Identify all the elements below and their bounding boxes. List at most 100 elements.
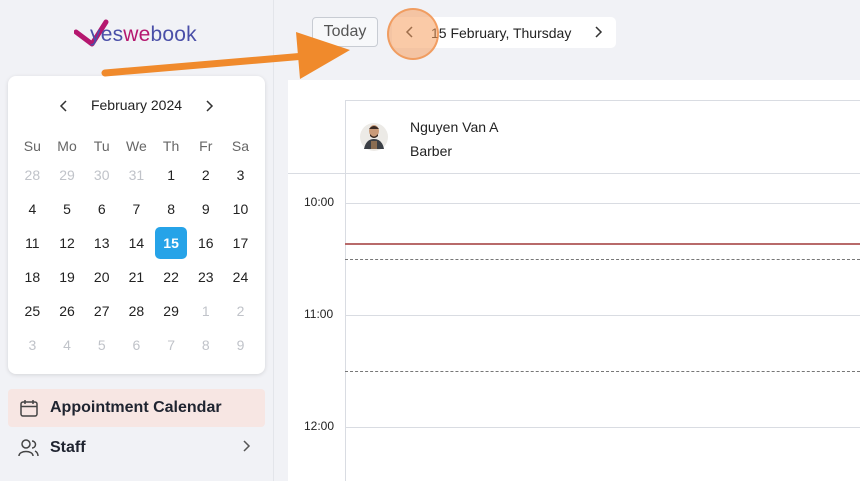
calendar-day[interactable]: 29 — [154, 294, 189, 328]
previous-day-button[interactable] — [400, 22, 420, 42]
calendar-day[interactable]: 27 — [84, 294, 119, 328]
calendar-day[interactable]: 18 — [15, 260, 50, 294]
selected-day[interactable]: 15 — [154, 226, 189, 260]
calendar-day[interactable]: 9 — [188, 192, 223, 226]
calendar-day-number: 29 — [59, 167, 75, 183]
calendar-day-number: 30 — [93, 167, 110, 183]
day-schedule: Nguyen Van A Barber 10:00 11:00 12:00 — [288, 80, 860, 481]
calendar-day-number: 8 — [167, 201, 175, 217]
calendar-day-number: 17 — [232, 235, 249, 251]
calendar-day[interactable]: 20 — [84, 260, 119, 294]
grid-line — [345, 173, 346, 481]
weekday-header: Mo — [57, 138, 77, 154]
calendar-day-number: 1 — [167, 167, 175, 183]
logo-text: yeswebook — [90, 23, 197, 46]
calendar-day[interactable]: 8 — [154, 192, 189, 226]
chevron-left-icon — [59, 100, 67, 112]
nav-staff[interactable]: Staff — [8, 429, 265, 467]
calendar-day-number: 5 — [97, 337, 106, 353]
calendar-day[interactable]: 8 — [188, 328, 223, 362]
today-button[interactable]: Today — [312, 17, 378, 47]
calendar-day[interactable]: 3 — [15, 328, 50, 362]
calendar-day-number: 11 — [25, 235, 40, 251]
calendar-day[interactable]: 21 — [119, 260, 154, 294]
calendar-day-number: 1 — [201, 303, 210, 319]
calendar-day-number: 3 — [236, 167, 245, 183]
mini-calendar-next-button[interactable] — [197, 94, 221, 118]
mini-calendar-header: February 2024 — [8, 94, 265, 118]
calendar-day[interactable]: 1 — [188, 294, 223, 328]
nav-appointment-calendar-label: Appointment Calendar — [50, 399, 222, 416]
chevron-right-icon — [241, 439, 251, 455]
calendar-day-number: 21 — [128, 269, 145, 285]
grid-line — [288, 173, 860, 174]
calendar-day[interactable]: 2 — [223, 294, 258, 328]
calendar-day[interactable]: 31 — [119, 158, 154, 192]
calendar-day[interactable]: 17 — [223, 226, 258, 260]
time-label: 11:00 — [304, 307, 334, 321]
calendar-day-number: 18 — [24, 269, 41, 285]
calendar-day[interactable]: 9 — [223, 328, 258, 362]
calendar-day[interactable]: 1 — [154, 158, 189, 192]
calendar-day-number: 2 — [236, 303, 245, 319]
calendar-toolbar: Today 15 February, Thursday — [274, 0, 860, 80]
calendar-day[interactable]: 14 — [119, 226, 154, 260]
calendar-day[interactable]: 16 — [188, 226, 223, 260]
hour-line — [345, 203, 860, 204]
nav-appointment-calendar[interactable]: Appointment Calendar — [8, 389, 265, 427]
calendar-day[interactable]: 3 — [223, 158, 258, 192]
time-grid[interactable]: 10:00 11:00 12:00 — [288, 173, 860, 481]
calendar-day[interactable]: 4 — [15, 192, 50, 226]
calendar-icon — [18, 397, 40, 419]
calendar-day[interactable]: 5 — [84, 328, 119, 362]
calendar-day[interactable]: 6 — [84, 192, 119, 226]
nav-staff-label: Staff — [50, 439, 86, 456]
calendar-day[interactable]: 23 — [188, 260, 223, 294]
yeswebook-logo[interactable]: yeswebook — [74, 18, 214, 62]
calendar-day[interactable]: 2 — [188, 158, 223, 192]
staff-column-header[interactable]: Nguyen Van A Barber — [345, 100, 860, 174]
calendar-day-number: 16 — [197, 235, 214, 251]
calendar-day[interactable]: 6 — [119, 328, 154, 362]
calendar-day-number: 24 — [232, 269, 249, 285]
calendar-day[interactable]: 13 — [84, 226, 119, 260]
calendar-day[interactable]: 22 — [154, 260, 189, 294]
current-date-label[interactable]: 15 February, Thursday — [431, 25, 571, 41]
calendar-day-number: 4 — [63, 337, 71, 353]
weekday-header: Su — [23, 138, 41, 154]
calendar-day-number: 8 — [201, 337, 210, 353]
time-label: 12:00 — [304, 419, 335, 433]
calendar-day[interactable]: 4 — [50, 328, 85, 362]
calendar-day-number: 20 — [93, 269, 110, 285]
calendar-day[interactable]: 7 — [154, 328, 189, 362]
calendar-day-number: 27 — [93, 303, 110, 319]
mini-calendar-prev-button[interactable] — [52, 94, 76, 118]
weekday-header: We — [126, 138, 147, 154]
calendar-day[interactable]: 5 — [50, 192, 85, 226]
calendar-day[interactable]: 12 — [50, 226, 85, 260]
calendar-day-number: 15 — [155, 227, 188, 259]
mini-calendar-month-title: February 2024 — [90, 97, 183, 113]
calendar-day[interactable]: 30 — [84, 158, 119, 192]
calendar-day[interactable]: 11 — [15, 226, 50, 260]
calendar-day[interactable]: 25 — [15, 294, 50, 328]
calendar-day-number: 2 — [201, 167, 210, 183]
calendar-day-number: 7 — [167, 337, 175, 353]
hour-line — [345, 427, 860, 428]
calendar-day[interactable]: 7 — [119, 192, 154, 226]
staff-name: Nguyen Van A — [410, 119, 499, 135]
calendar-day[interactable]: 10 — [223, 192, 258, 226]
calendar-day[interactable]: 29 — [50, 158, 85, 192]
calendar-day[interactable]: 26 — [50, 294, 85, 328]
calendar-day[interactable]: 28 — [119, 294, 154, 328]
calendar-day-number: 29 — [163, 303, 179, 319]
calendar-day[interactable]: 24 — [223, 260, 258, 294]
sidebar: yeswebook February 2024 Su Mo Tu We Th Fr Sa 28… — [0, 0, 274, 481]
next-day-button[interactable] — [588, 22, 608, 42]
calendar-day-number: 22 — [163, 269, 179, 285]
avatar — [360, 123, 388, 151]
calendar-day[interactable]: 28 — [15, 158, 50, 192]
mini-calendar: February 2024 Su Mo Tu We Th Fr Sa 28 29 30 31 1 2 3 4… — [8, 76, 265, 374]
calendar-day[interactable]: 19 — [50, 260, 85, 294]
calendar-day-number: 10 — [232, 201, 249, 217]
